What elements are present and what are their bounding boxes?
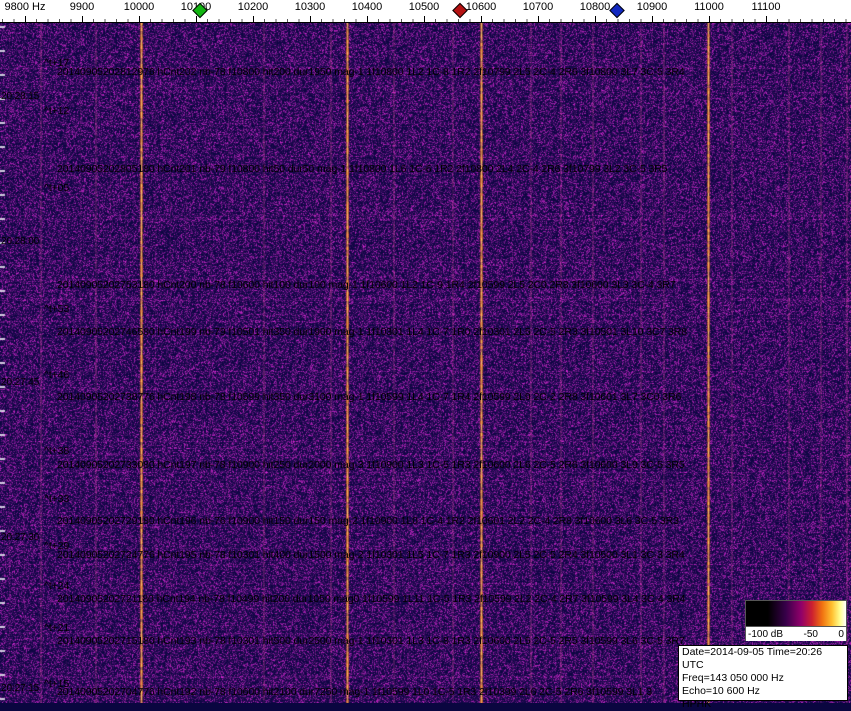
app-root: { "scale": { "ticks": [ {"label":"9800 H… [0, 0, 851, 710]
freq-tick-label: 10500 [408, 1, 440, 13]
info-date-time: Date=2014-09-05 Time=20:26 UTC [682, 646, 823, 671]
db-gradient-bar [746, 601, 846, 627]
status-info-box: Date=2014-09-05 Time=20:26 UTC Freq=143 … [678, 645, 848, 710]
freq-tick-label: 9900 [69, 1, 95, 13]
db-labels: -100 dB -50 0 [746, 627, 846, 641]
freq-tick-mark [652, 16, 653, 22]
freq-tick-mark [82, 16, 83, 22]
freq-tick-label: 10900 [636, 1, 668, 13]
freq-tick-label: 11000 [694, 1, 724, 13]
freq-tick-mark [196, 16, 197, 22]
freq-tick-label: 10200 [237, 1, 269, 13]
freq-tick-mark [367, 16, 368, 22]
blue-marker-diamond[interactable] [609, 2, 625, 19]
freq-tick-label: 10400 [351, 1, 383, 13]
info-echo-freq: Echo=10 600 Hz [682, 685, 760, 697]
freq-tick-mark [25, 16, 26, 22]
freq-tick-mark [253, 16, 254, 22]
freq-tick-mark [595, 16, 596, 22]
freq-tick-label: 10600 [465, 1, 497, 13]
spectrogram-canvas[interactable] [0, 22, 851, 703]
freq-tick-label: 10300 [294, 1, 326, 13]
db-label-max: 0 [838, 628, 844, 640]
freq-tick-mark [139, 16, 140, 22]
freq-tick-label: 9800 Hz [4, 1, 46, 13]
freq-tick-mark [481, 16, 482, 22]
waterfall [0, 22, 851, 703]
freq-tick-mark [709, 16, 710, 22]
freq-tick-mark [424, 16, 425, 22]
freq-minor-ticks [0, 19, 851, 22]
freq-tick-label: 11100 [751, 1, 781, 13]
freq-tick-mark [538, 16, 539, 22]
freq-tick-label: 10800 [579, 1, 611, 13]
freq-tick-label: 10700 [522, 1, 554, 13]
db-colorbar: -100 dB -50 0 [745, 600, 847, 641]
freq-tick-mark [766, 16, 767, 22]
frequency-scale: 9800 Hz990010000101001020010300104001050… [0, 0, 851, 23]
freq-tick-label: 10000 [123, 1, 155, 13]
db-label-min: -100 dB [748, 628, 784, 640]
freq-tick-mark [310, 16, 311, 22]
info-station-id: HPHK [682, 698, 712, 710]
info-frequency: Freq=143 050 000 Hz [682, 672, 784, 684]
db-label-mid: -50 [803, 628, 818, 640]
